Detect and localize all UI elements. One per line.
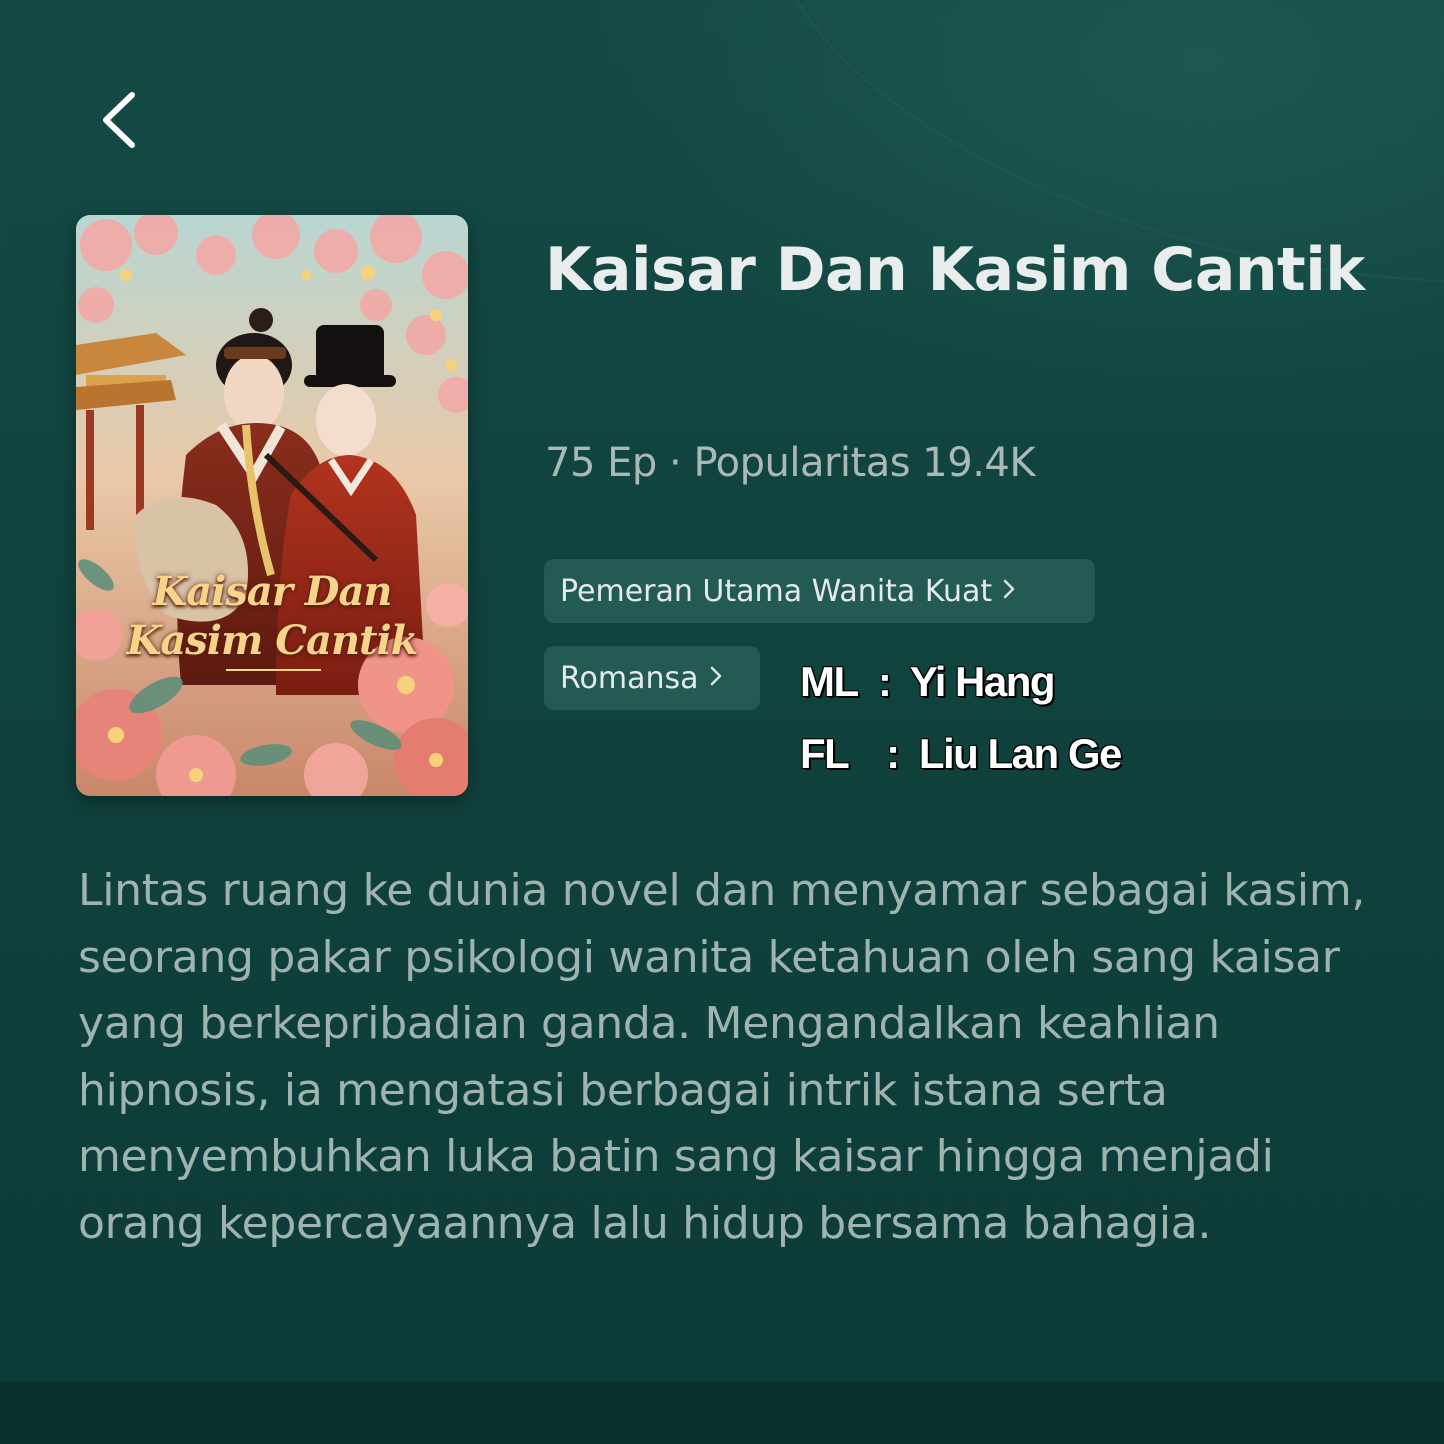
back-button[interactable] [84,80,156,160]
drama-meta: 75 Ep · Popularitas 19.4K [545,440,1036,486]
cast-separator: : [886,730,900,777]
tag-label: Romansa [560,660,699,696]
cast-male-lead: ML : Yi Hang [800,658,1056,706]
tag-strong-female-lead[interactable]: Pemeran Utama Wanita Kuat [544,559,1095,623]
poster-title-line2: Kasim Cantik [126,617,419,664]
poster-image[interactable]: Kaisar Dan Kasim Cantik [76,215,468,796]
drama-description: Lintas ruang ke dunia novel dan menyamar… [78,865,1366,1249]
cast-female-lead: FL : Liu Lan Ge [800,730,1123,778]
meta-separator: · [669,440,682,486]
tag-label: Pemeran Utama Wanita Kuat [560,573,993,609]
chevron-left-icon [103,92,135,148]
popularity-label: Popularitas [693,440,911,486]
popularity-value: 19.4K [922,440,1036,486]
cast-ml-key: ML [800,658,859,705]
episode-count: 75 Ep [545,440,657,486]
poster-title-line1: Kaisar Dan [152,568,392,615]
background-decoration [718,0,1444,373]
cast-ml-value: Yi Hang [909,658,1056,705]
chevron-right-icon [709,662,723,695]
cast-fl-value: Liu Lan Ge [918,730,1123,777]
drama-title: Kaisar Dan Kasim Cantik [545,235,1365,305]
poster-artwork [76,215,468,796]
tag-romance[interactable]: Romansa [544,646,760,710]
cast-separator: : [877,658,892,705]
cast-fl-key: FL [800,730,850,777]
bottom-bar [0,1382,1444,1444]
chevron-right-icon [1002,575,1016,608]
